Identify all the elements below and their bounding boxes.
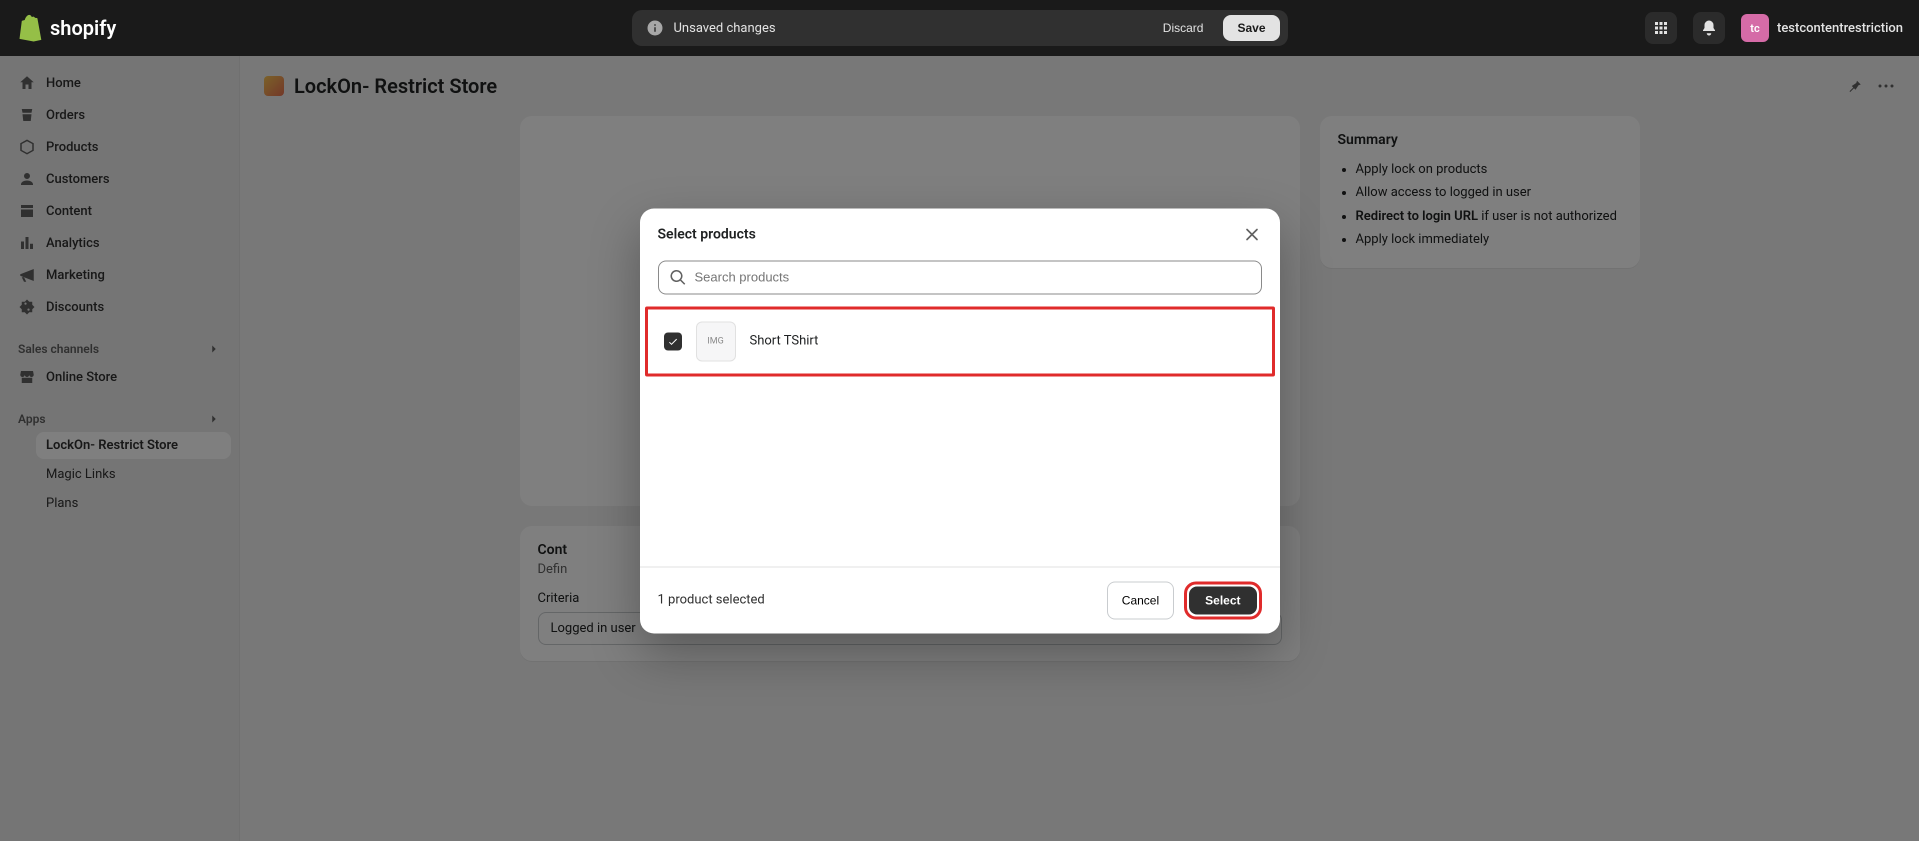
context-actions: Discard Save [1151,15,1280,41]
select-button[interactable]: Select [1189,586,1256,614]
search-icon [669,268,687,286]
discard-button[interactable]: Discard [1151,15,1216,41]
close-icon [1242,224,1262,244]
info-icon [646,19,664,37]
product-name: Short TShirt [750,334,819,349]
cancel-button[interactable]: Cancel [1107,581,1174,619]
bell-icon [1700,19,1718,37]
user-menu[interactable]: tc testcontentrestriction [1741,14,1903,42]
modal-title: Select products [658,226,756,242]
modal-body: IMG Short TShirt [640,306,1280,566]
unsaved-status: Unsaved changes [646,19,776,37]
user-avatar: tc [1741,14,1769,42]
modal-footer-actions: Cancel Select [1107,581,1262,619]
apps-icon-button[interactable] [1645,12,1677,44]
search-input-wrap[interactable] [658,260,1262,294]
save-button[interactable]: Save [1223,15,1279,41]
unsaved-label: Unsaved changes [674,21,776,36]
grid-icon [1652,19,1670,37]
brand-logo[interactable]: shopify [16,14,116,42]
modal-header: Select products [640,208,1280,260]
brand-name: shopify [50,16,116,40]
search-input[interactable] [695,270,1251,285]
notifications-button[interactable] [1693,12,1725,44]
topbar-left: shopify [16,14,116,42]
selected-count-label: 1 product selected [658,593,765,608]
modal-footer: 1 product selected Cancel Select [640,566,1280,633]
modal-close-button[interactable] [1242,224,1262,244]
check-icon [667,335,679,347]
user-name: testcontentrestriction [1777,21,1903,36]
modal-search [640,260,1280,306]
product-thumbnail: IMG [696,321,736,361]
topbar-right: tc testcontentrestriction [1645,12,1903,44]
product-row[interactable]: IMG Short TShirt [645,306,1275,376]
unsaved-changes-bar: Unsaved changes Discard Save [632,10,1288,46]
shopify-logo-icon [16,14,44,42]
select-button-highlight: Select [1184,581,1261,619]
product-checkbox[interactable] [664,332,682,350]
select-products-modal: Select products IMG Short TShirt 1 produ… [640,208,1280,633]
